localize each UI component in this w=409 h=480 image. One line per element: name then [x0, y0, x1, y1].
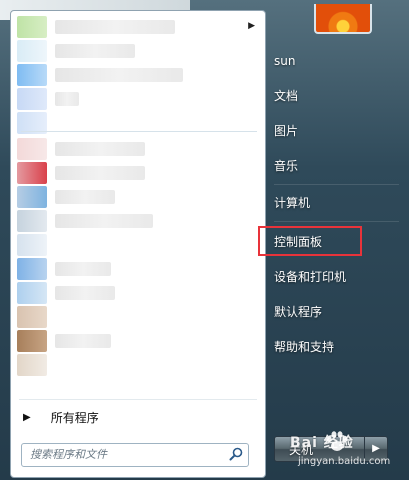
highlight-box — [258, 226, 362, 256]
program-icon — [17, 282, 47, 304]
search-icon[interactable] — [228, 446, 244, 462]
search-input[interactable] — [30, 446, 220, 462]
program-item[interactable] — [11, 209, 265, 233]
program-icon — [17, 40, 47, 62]
program-item[interactable] — [11, 137, 265, 161]
program-icon — [17, 330, 47, 352]
blurred-program-label — [55, 334, 111, 348]
blurred-program-label — [55, 286, 115, 300]
program-item[interactable] — [11, 233, 265, 257]
divider — [274, 184, 399, 185]
play-arrow-icon: ▶ — [23, 411, 31, 423]
program-item[interactable] — [11, 185, 265, 209]
user-folder-link[interactable]: sun — [274, 48, 394, 74]
chevron-right-icon[interactable]: ▶ — [248, 21, 255, 31]
program-icon — [17, 88, 47, 110]
program-icon — [17, 138, 47, 160]
program-item[interactable] — [11, 305, 265, 329]
blurred-program-label — [55, 68, 183, 82]
blurred-program-label — [55, 214, 153, 228]
program-icon — [17, 354, 47, 376]
pictures-link[interactable]: 图片 — [274, 118, 394, 144]
blurred-program-label — [55, 92, 79, 106]
program-item[interactable] — [11, 87, 265, 111]
program-item[interactable] — [11, 161, 265, 185]
program-item[interactable] — [11, 257, 265, 281]
search-box[interactable] — [21, 443, 249, 467]
program-icon — [17, 234, 47, 256]
pinned-program-list: ▶ — [11, 15, 265, 377]
all-programs-label: 所有程序 — [50, 410, 99, 425]
program-icon — [17, 16, 47, 38]
shutdown-button[interactable]: 关机 ▶ — [274, 436, 388, 462]
blurred-program-label — [55, 20, 175, 34]
shutdown-options-button[interactable]: ▶ — [364, 437, 387, 459]
program-icon — [17, 186, 47, 208]
program-item[interactable]: ▶ — [11, 15, 265, 39]
documents-link[interactable]: 文档 — [274, 83, 394, 109]
program-item[interactable] — [11, 329, 265, 353]
program-icon — [17, 258, 47, 280]
blurred-program-label — [55, 166, 145, 180]
shutdown-label: 关机 — [289, 442, 314, 457]
devices-printers-link[interactable]: 设备和打印机 — [274, 264, 394, 290]
divider — [19, 399, 257, 400]
all-programs-button[interactable]: ▶ 所有程序 — [11, 406, 265, 428]
program-item[interactable] — [11, 39, 265, 63]
program-icon — [17, 64, 47, 86]
divider — [21, 131, 257, 132]
program-icon — [17, 306, 47, 328]
help-support-link[interactable]: 帮助和支持 — [274, 334, 394, 360]
program-icon — [17, 162, 47, 184]
computer-link[interactable]: 计算机 — [274, 190, 394, 216]
program-icon — [17, 210, 47, 232]
user-avatar[interactable] — [314, 4, 372, 34]
start-menu: ▶ ▶ 所有程序 搜索程序和文件 sun 文档 图片 音乐 计算机 控制面板 设… — [6, 4, 409, 480]
programs-pane: ▶ ▶ 所有程序 搜索程序和文件 — [10, 10, 266, 478]
music-link[interactable]: 音乐 — [274, 153, 394, 179]
program-item[interactable] — [11, 353, 265, 377]
blurred-program-label — [55, 142, 145, 156]
program-item[interactable] — [11, 63, 265, 87]
divider — [274, 221, 399, 222]
blurred-program-label — [55, 262, 111, 276]
program-item[interactable] — [11, 281, 265, 305]
chevron-right-icon: ▶ — [372, 442, 380, 454]
blurred-program-label — [55, 190, 115, 204]
default-programs-link[interactable]: 默认程序 — [274, 299, 394, 325]
blurred-program-label — [55, 44, 135, 58]
